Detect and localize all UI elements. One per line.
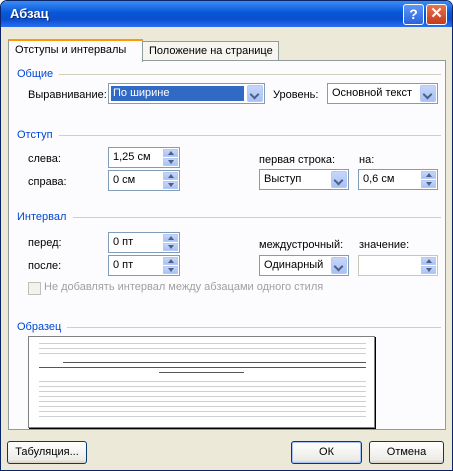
paragraph-dialog: Абзац ? ✕ Отступы и интервалы Положение …: [0, 0, 453, 471]
preview-line: [39, 396, 366, 397]
spin-up-icon[interactable]: [163, 172, 178, 180]
space-after-value: 0 пт: [113, 259, 134, 271]
spin-up-icon[interactable]: [163, 149, 178, 157]
spin-up-icon[interactable]: [163, 234, 178, 242]
indent-left-input[interactable]: 1,25 см: [108, 147, 180, 168]
cancel-button[interactable]: Отмена: [369, 441, 444, 464]
level-select[interactable]: Основной текст: [327, 83, 438, 104]
preview-section-label: Образец: [17, 321, 62, 333]
preview-line: [39, 386, 366, 387]
preview-line: [39, 353, 366, 354]
ok-button[interactable]: ОК: [291, 441, 362, 464]
chevron-down-icon[interactable]: [331, 171, 347, 188]
spin-buttons[interactable]: [163, 257, 178, 274]
spin-down-icon[interactable]: [421, 180, 436, 188]
at-input[interactable]: [358, 255, 438, 276]
indent-left-value: 1,25 см: [113, 151, 151, 163]
indent-left-label: слева:: [28, 153, 61, 165]
indent-section-label: Отступ: [17, 129, 53, 141]
level-value: Основной текст: [332, 87, 412, 99]
line-spacing-select[interactable]: Одинарный: [259, 255, 349, 276]
chevron-down-icon[interactable]: [247, 85, 263, 102]
by-label: на:: [359, 154, 375, 166]
preview-line: [39, 367, 366, 368]
first-line-value: Выступ: [264, 173, 302, 185]
line-spacing-label: междустрочный:: [259, 239, 344, 251]
divider: [73, 217, 441, 218]
preview-line: [39, 416, 366, 417]
space-before-value: 0 пт: [113, 236, 134, 248]
spin-buttons[interactable]: [421, 257, 436, 274]
spin-up-icon[interactable]: [421, 171, 436, 179]
general-section-label: Общие: [17, 68, 54, 80]
tab-line-page-breaks[interactable]: Положение на странице: [142, 41, 279, 61]
tab-label: Положение на странице: [149, 45, 273, 57]
first-line-select[interactable]: Выступ: [259, 169, 349, 190]
preview-line: [39, 381, 366, 382]
tab-indents-spacing[interactable]: Отступы и интервалы: [8, 39, 143, 62]
alignment-value: По ширине: [111, 86, 244, 101]
divider: [59, 74, 441, 75]
preview-box: [28, 336, 375, 428]
spin-down-icon[interactable]: [163, 181, 178, 189]
preview-line: [39, 406, 366, 407]
space-before-input[interactable]: 0 пт: [108, 232, 180, 253]
preview-line: [39, 391, 366, 392]
indent-right-input[interactable]: 0 см: [108, 170, 180, 191]
spacing-section-label: Интервал: [17, 211, 67, 223]
indent-right-value: 0 см: [113, 174, 136, 186]
at-label: значение:: [359, 239, 410, 251]
dont-add-space-label: Не добавлять интервал между абзацами одн…: [44, 281, 324, 293]
preview-line: [39, 401, 366, 402]
preview-line: [39, 348, 366, 349]
preview-line: [39, 343, 366, 344]
divider: [59, 135, 441, 136]
spin-down-icon[interactable]: [163, 158, 178, 166]
preview-line: [39, 411, 366, 412]
preview-line: [63, 362, 366, 363]
spin-buttons[interactable]: [421, 171, 436, 188]
dont-add-space-checkbox[interactable]: [28, 282, 41, 295]
space-after-label: после:: [28, 260, 62, 272]
spin-buttons[interactable]: [163, 172, 178, 189]
close-button[interactable]: ✕: [426, 4, 447, 25]
window-title: Абзац: [10, 6, 49, 21]
line-spacing-value: Одинарный: [264, 259, 324, 271]
by-value: 0,6 см: [363, 173, 395, 185]
spin-down-icon[interactable]: [421, 266, 436, 274]
chevron-down-icon[interactable]: [420, 85, 436, 102]
preview-line: [159, 372, 244, 373]
indent-right-label: справа:: [28, 176, 67, 188]
by-input[interactable]: 0,6 см: [358, 169, 438, 190]
tabs-button[interactable]: Табуляция...: [7, 441, 87, 464]
spin-buttons[interactable]: [163, 149, 178, 166]
divider: [67, 327, 441, 328]
level-label: Уровень:: [273, 89, 319, 101]
alignment-select[interactable]: По ширине: [108, 83, 265, 104]
space-before-label: перед:: [28, 237, 62, 249]
spin-up-icon[interactable]: [163, 257, 178, 265]
tab-label: Отступы и интервалы: [15, 44, 127, 56]
title-bar[interactable]: Абзац ? ✕: [1, 1, 452, 27]
alignment-label: Выравнивание:: [28, 89, 107, 101]
chevron-down-icon[interactable]: [331, 257, 347, 274]
spin-up-icon[interactable]: [421, 257, 436, 265]
spin-down-icon[interactable]: [163, 266, 178, 274]
help-button[interactable]: ?: [403, 4, 424, 25]
spin-down-icon[interactable]: [163, 243, 178, 251]
first-line-label: первая строка:: [259, 154, 336, 166]
spin-buttons[interactable]: [163, 234, 178, 251]
space-after-input[interactable]: 0 пт: [108, 255, 180, 276]
